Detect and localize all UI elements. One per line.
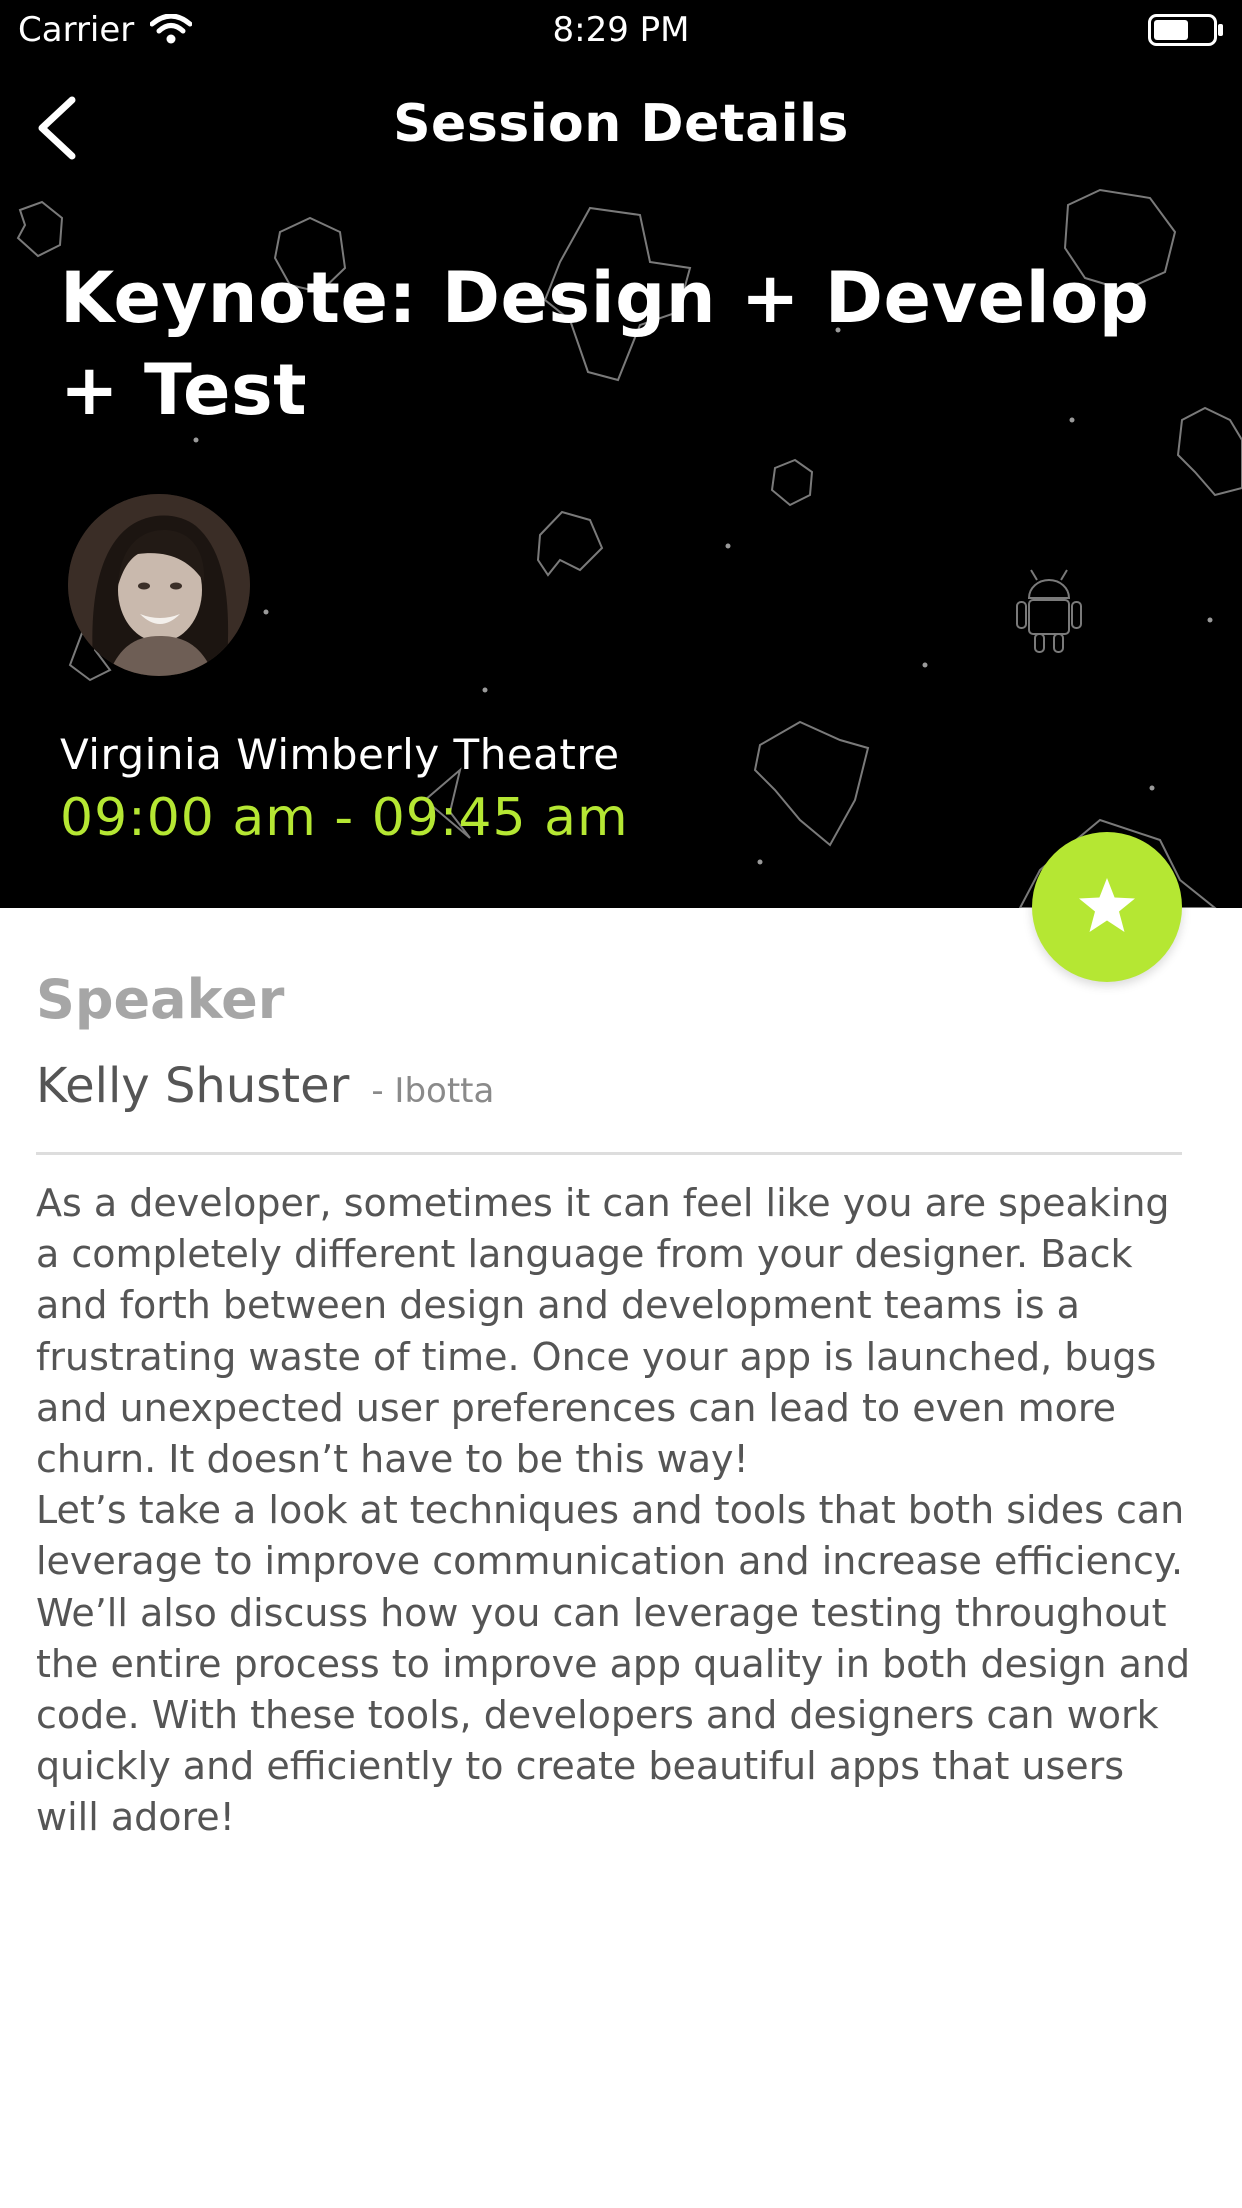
battery-icon xyxy=(1148,14,1223,46)
star-icon xyxy=(1079,878,1135,932)
description-paragraph: Let’s take a look at techniques and tool… xyxy=(36,1488,1191,1840)
divider xyxy=(36,1152,1182,1155)
session-venue: Virginia Wimberly Theatre xyxy=(60,730,620,779)
description-paragraph: As a developer, sometimes it can feel li… xyxy=(36,1181,1170,1482)
speaker-portrait-image xyxy=(68,494,250,676)
session-time: 09:00 am - 09:45 am xyxy=(60,788,629,848)
navigation-bar: Session Details xyxy=(0,84,1242,168)
status-bar: Carrier 8:29 PM xyxy=(0,0,1242,60)
speaker-info[interactable]: Kelly Shuster - Ibotta xyxy=(36,1058,494,1114)
speaker-name: Kelly Shuster xyxy=(36,1058,350,1114)
favorite-button[interactable] xyxy=(1032,832,1182,982)
session-header: Carrier 8:29 PM Session Details Keynote:… xyxy=(0,0,1242,908)
session-title: Keynote: Design + Develop + Test xyxy=(60,257,1150,431)
status-time: 8:29 PM xyxy=(552,10,690,50)
session-description: As a developer, sometimes it can feel li… xyxy=(36,1178,1196,1844)
page-title: Session Details xyxy=(393,94,849,154)
speaker-company: - Ibotta xyxy=(371,1071,495,1111)
speaker-avatar xyxy=(68,494,250,676)
speaker-section-heading: Speaker xyxy=(36,968,285,1031)
